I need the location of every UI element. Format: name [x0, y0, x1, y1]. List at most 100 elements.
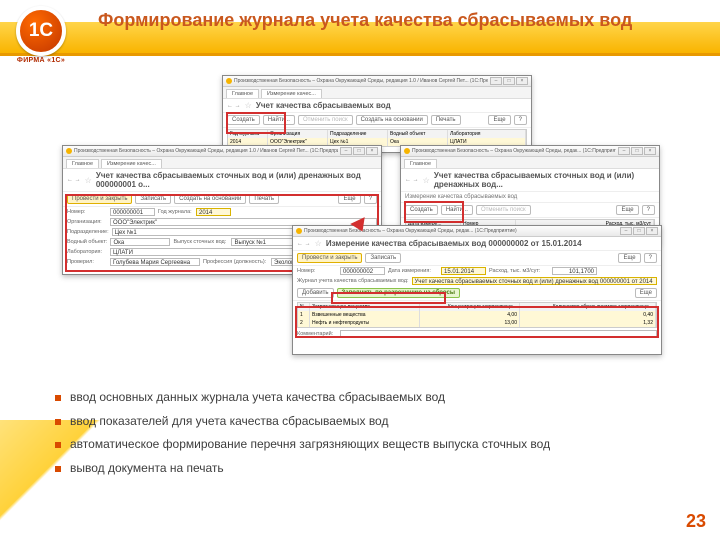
- app-icon: [404, 148, 410, 154]
- post-close-button[interactable]: Провести и закрыть: [67, 194, 132, 204]
- create-button[interactable]: Создать: [405, 205, 438, 215]
- create-button[interactable]: Создать: [227, 115, 260, 125]
- more-button[interactable]: Еще: [338, 194, 360, 204]
- label: Проверил:: [67, 259, 107, 265]
- number-field[interactable]: 000000001: [110, 208, 155, 216]
- max-icon[interactable]: □: [353, 147, 365, 155]
- add-button[interactable]: Добавить: [297, 288, 334, 298]
- col-year[interactable]: Год журнала: [228, 130, 268, 138]
- logo: 1С ФИРМА «1С»: [8, 6, 74, 64]
- water-field[interactable]: Ока: [110, 238, 170, 246]
- label: Номер:: [67, 209, 107, 215]
- section: Измерение качества сбрасываемых вод: [401, 192, 659, 203]
- label: Год журнала:: [158, 209, 193, 215]
- app-icon: [226, 78, 232, 84]
- window-title: Производственная Безопасность – Охрана О…: [234, 78, 488, 84]
- window-title: Производственная Безопасность – Охрана О…: [74, 148, 338, 154]
- toolbar: Создать Найти... Отменить поиск Создать …: [223, 113, 531, 128]
- back-icon[interactable]: ← →: [227, 103, 241, 109]
- col-dept[interactable]: Подразделение: [328, 130, 388, 138]
- rate-field[interactable]: 101,1700: [552, 267, 597, 275]
- close-icon[interactable]: ×: [646, 227, 658, 235]
- more-button[interactable]: Еще: [635, 288, 657, 298]
- more-button[interactable]: Еще: [616, 205, 638, 215]
- star-icon[interactable]: ☆: [245, 101, 252, 110]
- window-journal-list: Производственная Безопасность – Охрана О…: [222, 75, 532, 153]
- label: Подразделение:: [67, 229, 109, 235]
- col-org[interactable]: Организация: [268, 130, 328, 138]
- list-item: ввод основных данных журнала учета качес…: [55, 390, 680, 406]
- print-button[interactable]: Печать: [249, 194, 279, 204]
- page-number: 23: [686, 511, 706, 532]
- window-title: Производственная Безопасность – Охрана О…: [412, 148, 616, 154]
- screenshots-area: Производственная Безопасность – Охрана О…: [62, 75, 662, 355]
- label: Комментарий:: [297, 331, 337, 337]
- min-icon[interactable]: –: [340, 147, 352, 155]
- tab-measure[interactable]: Измерение качес...: [261, 89, 322, 98]
- close-icon[interactable]: ×: [366, 147, 378, 155]
- more-button[interactable]: Еще: [488, 115, 510, 125]
- tab-measure[interactable]: Измерение качес...: [101, 159, 162, 168]
- fill-button[interactable]: Заполнить по разрешению на сбросы: [337, 288, 460, 298]
- star-icon[interactable]: ☆: [423, 176, 430, 185]
- date-field[interactable]: 15.01.2014: [441, 267, 486, 275]
- journal-field[interactable]: Учет качества сбрасываемых сточных вод и…: [412, 277, 658, 285]
- find-button[interactable]: Найти...: [263, 115, 295, 125]
- number-field[interactable]: 000000002: [340, 267, 385, 275]
- tab-main[interactable]: Главное: [66, 159, 99, 168]
- tab-main[interactable]: Главное: [226, 89, 259, 98]
- table-row[interactable]: 1Взвешенные вещества4,000,40: [298, 311, 656, 319]
- tabs: Главное Измерение качес...: [223, 87, 531, 99]
- app-icon: [296, 228, 302, 234]
- label: Профессия (должность):: [203, 259, 268, 265]
- comment-field[interactable]: [340, 330, 657, 338]
- col-water[interactable]: Водный объект: [388, 130, 448, 138]
- close-icon[interactable]: ×: [644, 147, 656, 155]
- checked-field[interactable]: Голубева Мария Сергеевна: [110, 258, 200, 266]
- label: Лаборатория:: [67, 249, 107, 255]
- max-icon[interactable]: □: [503, 77, 515, 85]
- tab-main[interactable]: Главное: [404, 159, 437, 168]
- col-lab[interactable]: Лаборатория: [448, 130, 526, 138]
- help-icon[interactable]: ?: [644, 253, 657, 263]
- label: Водный объект:: [67, 239, 107, 245]
- nav-icon[interactable]: ← →: [67, 177, 81, 183]
- cancel-search-button[interactable]: Отменить поиск: [298, 115, 353, 125]
- col-n[interactable]: N: [298, 303, 310, 311]
- label: Журнал учета качества сбрасываемых вод:: [297, 278, 409, 284]
- min-icon[interactable]: –: [620, 227, 632, 235]
- find-button[interactable]: Найти...: [441, 205, 473, 215]
- help-icon[interactable]: ?: [642, 205, 655, 215]
- create-based-button[interactable]: Создать на основании: [356, 115, 428, 125]
- min-icon[interactable]: –: [490, 77, 502, 85]
- nav-icon[interactable]: ← →: [297, 241, 311, 247]
- table-row[interactable]: 2Нефть и нефтепродукты13,001,32: [298, 319, 656, 327]
- write-button[interactable]: Записать: [365, 253, 401, 263]
- label: Выпуск сточных вод:: [173, 239, 228, 245]
- app-icon: [66, 148, 72, 154]
- max-icon[interactable]: □: [631, 147, 643, 155]
- star-icon[interactable]: ☆: [85, 176, 92, 185]
- print-button[interactable]: Печать: [431, 115, 461, 125]
- help-icon[interactable]: ?: [514, 115, 527, 125]
- window-controls: – □ ×: [490, 77, 528, 85]
- create-based-button[interactable]: Создать на основании: [174, 194, 246, 204]
- help-icon[interactable]: ?: [364, 194, 377, 204]
- bullet-list: ввод основных данных журнала учета качес…: [55, 390, 680, 484]
- max-icon[interactable]: □: [633, 227, 645, 235]
- min-icon[interactable]: –: [618, 147, 630, 155]
- cancel-search-button[interactable]: Отменить поиск: [476, 205, 531, 215]
- year-field[interactable]: 2014: [196, 208, 231, 216]
- nav-icon[interactable]: ← →: [405, 177, 419, 183]
- post-close-button[interactable]: Провести и закрыть: [297, 253, 362, 263]
- star-icon[interactable]: ☆: [315, 239, 322, 248]
- close-icon[interactable]: ×: [516, 77, 528, 85]
- write-button[interactable]: Записать: [135, 194, 171, 204]
- col-pollutant[interactable]: Загрязняющее вещество: [310, 303, 420, 311]
- col-conc[interactable]: Концентрация загрязняюще...: [420, 303, 520, 311]
- titlebar: Производственная Безопасность – Охрана О…: [223, 76, 531, 87]
- form-title: Учет качества сбрасываемых вод: [256, 101, 391, 110]
- col-amount[interactable]: Количество сбрасываемого загрязняюще...: [520, 303, 656, 311]
- more-button[interactable]: Еще: [618, 253, 640, 263]
- label: Расход, тыс. м3/сут:: [489, 268, 549, 274]
